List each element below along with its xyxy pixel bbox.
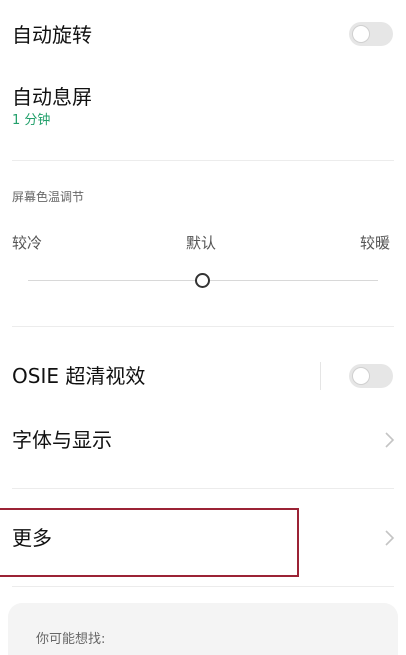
divider [12,586,394,587]
color-temp-cold-label: 较冷 [12,234,43,252]
toggle-knob [353,26,369,42]
auto-rotate-label: 自动旋转 [12,23,92,47]
auto-rotate-toggle[interactable] [349,22,393,46]
divider [12,160,394,161]
chevron-right-icon [385,530,395,546]
chevron-right-icon [385,432,395,448]
display-settings-screen: 自动旋转 自动息屏 1 分钟 屏幕色温调节 较冷 默认 较暖 OSIE 超清视效… [0,0,406,655]
font-display-label: 字体与显示 [12,428,112,452]
font-display-row[interactable]: 字体与显示 [0,414,406,466]
vertical-separator [320,362,321,390]
screen-timeout-row[interactable]: 自动息屏 1 分钟 [0,78,406,142]
divider [12,488,394,489]
toggle-knob [353,368,369,384]
divider [12,326,394,327]
osie-row[interactable]: OSIE 超清视效 [0,350,406,402]
color-temp-warm-label: 较暖 [360,234,391,252]
highlight-annotation-box [0,508,299,577]
suggestions-card: 你可能想找: [8,603,398,655]
color-temp-section-label: 屏幕色温调节 [12,190,85,204]
osie-label: OSIE 超清视效 [12,364,146,388]
color-temp-default-label: 默认 [186,234,217,252]
screen-timeout-value: 1 分钟 [12,113,51,128]
osie-toggle[interactable] [349,364,393,388]
auto-rotate-row[interactable]: 自动旋转 [0,10,406,60]
color-temp-slider-thumb[interactable] [195,273,210,288]
screen-timeout-label: 自动息屏 [12,85,92,109]
suggestions-title: 你可能想找: [36,632,106,647]
